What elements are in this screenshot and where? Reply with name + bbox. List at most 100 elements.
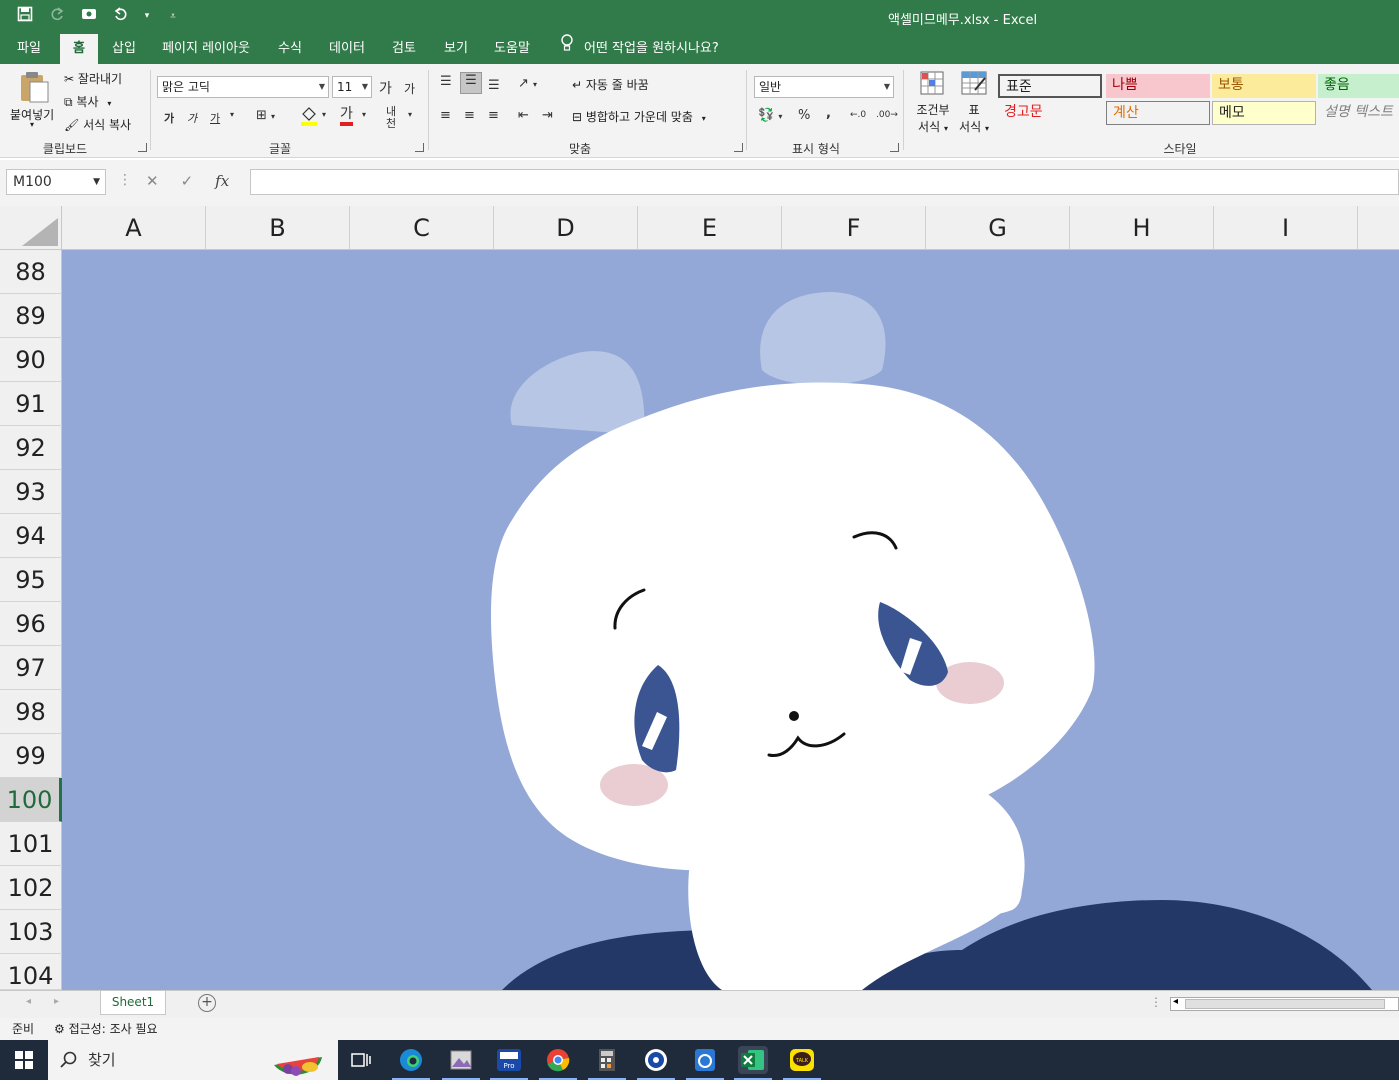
row-header[interactable]: 96 bbox=[0, 602, 62, 646]
row-header[interactable]: 88 bbox=[0, 250, 62, 294]
row-header[interactable]: 92 bbox=[0, 426, 62, 470]
cell-grid[interactable] bbox=[62, 250, 1399, 990]
column-header[interactable]: B bbox=[206, 206, 350, 250]
bold-button[interactable]: 가 bbox=[164, 110, 174, 126]
copy-button[interactable]: ⧉ 복사 ▾ bbox=[64, 93, 111, 110]
borders-icon[interactable]: ⊞ ▾ bbox=[256, 108, 275, 123]
wrap-text-button[interactable]: ↵ 자동 줄 바꿈 bbox=[572, 76, 649, 93]
row-header[interactable]: 99 bbox=[0, 734, 62, 778]
media-player-icon[interactable] bbox=[637, 1046, 675, 1080]
chevron-down-icon[interactable]: ▾ bbox=[142, 11, 152, 21]
edge-browser-icon[interactable] bbox=[392, 1046, 430, 1080]
save-icon[interactable] bbox=[14, 6, 36, 26]
dialog-launcher-icon[interactable] bbox=[415, 143, 424, 152]
style-bad[interactable]: 나쁨 bbox=[1106, 74, 1210, 98]
increase-decimal-icon[interactable]: ←.0 bbox=[850, 110, 866, 120]
pam-pro-icon[interactable]: Pro bbox=[490, 1046, 528, 1080]
underline-button[interactable]: 가 bbox=[210, 110, 220, 126]
row-header[interactable]: 90 bbox=[0, 338, 62, 382]
task-view-icon[interactable] bbox=[346, 1046, 376, 1074]
enter-icon[interactable]: ✓ bbox=[181, 172, 194, 190]
style-neutral[interactable]: 보통 bbox=[1212, 74, 1316, 98]
redo-icon[interactable] bbox=[46, 7, 68, 25]
tab-home[interactable]: 홈 bbox=[60, 34, 98, 64]
dialog-launcher-icon[interactable] bbox=[734, 143, 743, 152]
shrink-font-button[interactable]: 가 bbox=[404, 80, 415, 97]
comma-button[interactable]: , bbox=[826, 106, 831, 121]
kakaotalk-icon[interactable]: TALK bbox=[783, 1046, 821, 1080]
font-name-select[interactable]: 맑은 고딕 ▼ bbox=[157, 76, 329, 98]
merge-center-button[interactable]: ⊟ 병합하고 가운데 맞춤 ▾ bbox=[572, 108, 706, 125]
italic-button[interactable]: 가 bbox=[187, 110, 197, 126]
column-header[interactable]: E bbox=[638, 206, 782, 250]
row-header[interactable]: 104 bbox=[0, 954, 62, 990]
tab-help[interactable]: 도움말 bbox=[488, 34, 536, 64]
horizontal-scrollbar[interactable]: ◂ bbox=[1170, 996, 1399, 1011]
row-header[interactable]: 103 bbox=[0, 910, 62, 954]
column-header[interactable]: D bbox=[494, 206, 638, 250]
number-format-select[interactable]: 일반 ▼ bbox=[754, 76, 894, 98]
format-as-table-button[interactable]: 표 서식 ▾ bbox=[956, 70, 992, 140]
column-header[interactable]: F bbox=[782, 206, 926, 250]
column-header[interactable]: C bbox=[350, 206, 494, 250]
excel-taskbar-icon[interactable] bbox=[734, 1046, 772, 1080]
tab-file[interactable]: 파일 bbox=[8, 34, 50, 64]
align-middle-icon[interactable]: ☰ bbox=[460, 72, 482, 94]
align-right-icon[interactable]: ≡ bbox=[488, 108, 499, 123]
style-good[interactable]: 좋음 bbox=[1318, 74, 1399, 98]
align-center-icon[interactable]: ≡ bbox=[464, 108, 475, 123]
accessibility-status[interactable]: ⚙ 접근성: 조사 필요 bbox=[54, 1018, 158, 1040]
orientation-icon[interactable]: ↗ ▾ bbox=[518, 76, 537, 91]
style-warning[interactable]: 경고문 bbox=[998, 101, 1102, 125]
tell-me-box[interactable]: 어떤 작업을 원하시나요? bbox=[560, 34, 719, 64]
row-header[interactable]: 95 bbox=[0, 558, 62, 602]
font-color-button[interactable]: 가 bbox=[340, 106, 353, 126]
tab-formulas[interactable]: 수식 bbox=[270, 34, 310, 64]
chevron-down-icon[interactable]: ▾ bbox=[408, 110, 412, 119]
conditional-format-button[interactable]: 조건부 서식 ▾ bbox=[912, 70, 954, 140]
row-header[interactable]: 97 bbox=[0, 646, 62, 690]
scroll-right-icon[interactable]: ▸ bbox=[54, 996, 59, 1007]
row-header[interactable]: 101 bbox=[0, 822, 62, 866]
formula-input[interactable] bbox=[250, 169, 1399, 195]
row-header-selected[interactable]: 100 bbox=[0, 778, 62, 822]
chrome-browser-icon[interactable] bbox=[539, 1046, 577, 1080]
tab-data[interactable]: 데이터 bbox=[322, 34, 372, 64]
row-header[interactable]: 93 bbox=[0, 470, 62, 514]
sheet-tab[interactable]: Sheet1 bbox=[100, 991, 166, 1015]
font-size-select[interactable]: 11 ▼ bbox=[332, 76, 372, 98]
select-all-corner[interactable] bbox=[0, 206, 62, 250]
chevron-down-icon[interactable]: ▾ bbox=[230, 110, 234, 119]
scroll-left-icon[interactable]: ◂ bbox=[26, 996, 31, 1007]
column-header[interactable]: G bbox=[926, 206, 1070, 250]
row-header[interactable]: 94 bbox=[0, 514, 62, 558]
align-left-icon[interactable]: ≡ bbox=[440, 108, 451, 123]
phonetic-button[interactable]: 내천 bbox=[386, 106, 404, 130]
touch-mode-icon[interactable] bbox=[78, 6, 100, 26]
row-header[interactable]: 89 bbox=[0, 294, 62, 338]
accounting-format-icon[interactable]: 💱 ▾ bbox=[758, 108, 782, 123]
fill-color-icon[interactable] bbox=[300, 106, 318, 130]
row-header[interactable]: 102 bbox=[0, 866, 62, 910]
dialog-launcher-icon[interactable] bbox=[138, 143, 147, 152]
add-sheet-icon[interactable]: + bbox=[198, 994, 216, 1012]
decrease-indent-icon[interactable]: ⇤ bbox=[518, 108, 529, 123]
customize-qat-icon[interactable]: ⩡ bbox=[162, 11, 184, 22]
chevron-down-icon[interactable]: ▾ bbox=[322, 110, 326, 119]
percent-button[interactable]: % bbox=[798, 108, 810, 123]
start-button[interactable] bbox=[0, 1040, 48, 1080]
tab-split-grip-icon[interactable]: ⋮ bbox=[1150, 995, 1162, 1009]
taskbar-search[interactable]: 찾기 bbox=[48, 1040, 338, 1080]
tab-review[interactable]: 검토 bbox=[384, 34, 424, 64]
align-bottom-icon[interactable]: ☰ bbox=[488, 78, 500, 93]
hangul-word-icon[interactable] bbox=[686, 1046, 724, 1080]
tab-view[interactable]: 보기 bbox=[436, 34, 476, 64]
style-note[interactable]: 메모 bbox=[1212, 101, 1316, 125]
insert-function-icon[interactable]: fx bbox=[215, 172, 229, 190]
column-header[interactable]: H bbox=[1070, 206, 1214, 250]
style-normal[interactable]: 표준 bbox=[998, 74, 1102, 98]
row-header[interactable]: 98 bbox=[0, 690, 62, 734]
column-header[interactable]: A bbox=[62, 206, 206, 250]
photo-viewer-icon[interactable] bbox=[442, 1046, 480, 1080]
name-box[interactable]: M100 ▼ bbox=[6, 169, 106, 195]
